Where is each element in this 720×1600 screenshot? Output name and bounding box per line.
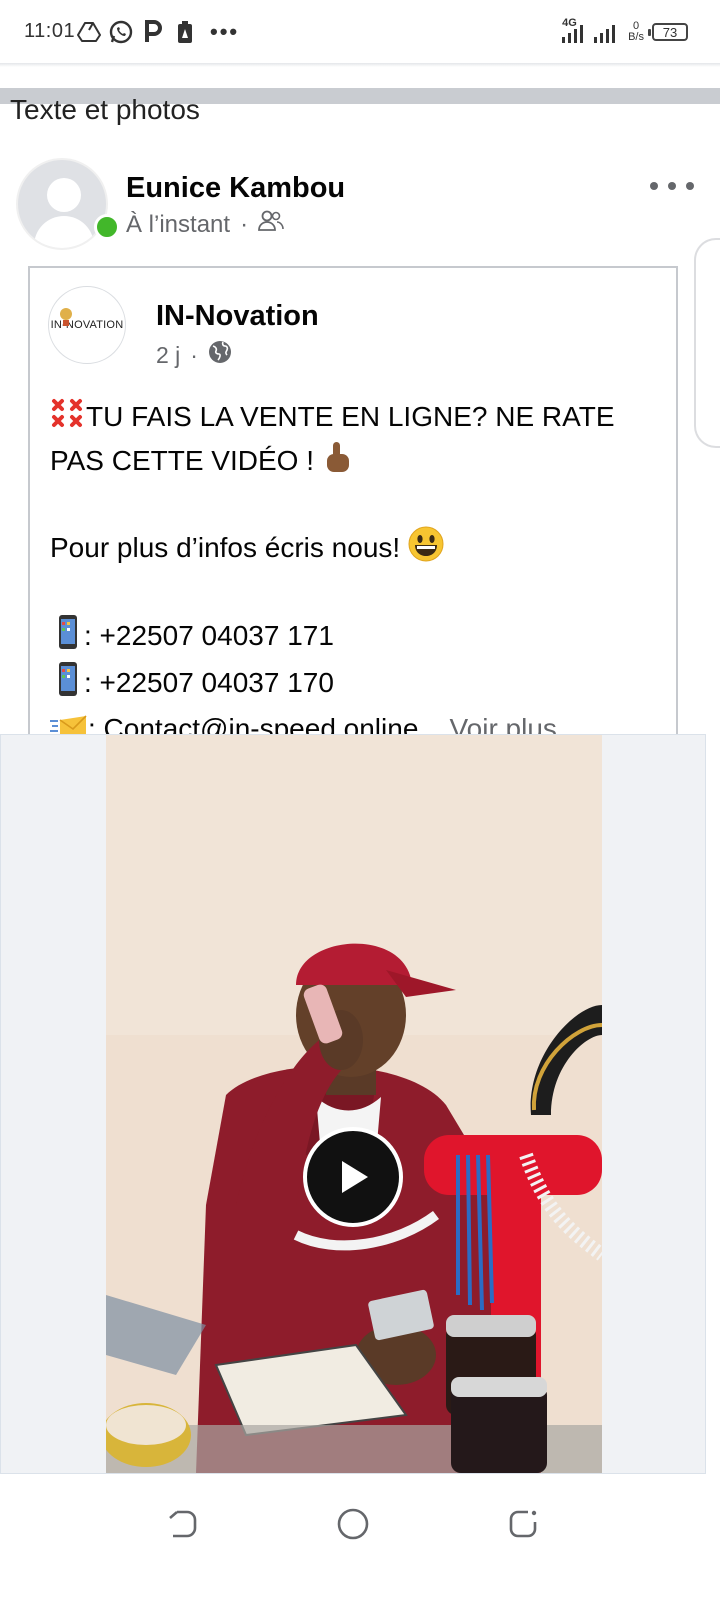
post-text: TU FAIS LA VENTE EN LIGNE? NE RATE PAS C… [50, 396, 670, 736]
globe-icon [208, 340, 232, 370]
mobile-phone-emoji-icon [50, 661, 84, 708]
meta-separator: · [190, 341, 198, 368]
lightbulb-logo-icon [60, 308, 72, 326]
anger-emoji-icon [50, 397, 86, 440]
text-line: TU FAIS LA VENTE EN LIGNE? NE RATE [50, 396, 670, 440]
data-rate-unit: B/s [628, 31, 644, 43]
smiley-emoji-icon [408, 526, 444, 573]
section-title: Texte et photos [10, 94, 200, 125]
notification-icons: ••• [76, 16, 239, 48]
pointing-hand-emoji-icon [322, 440, 352, 485]
header-divider [0, 63, 720, 67]
incoming-envelope-emoji-icon [50, 710, 88, 736]
text-line: : Contact@in-speed.online... Voir plus [50, 708, 670, 736]
shared-timestamp[interactable]: 2 j [156, 342, 180, 369]
phone-number-1[interactable]: : +22507 04037 171 [84, 620, 334, 651]
battery-saver-icon [172, 18, 198, 46]
data-rate: 0 B/s [628, 21, 644, 43]
play-button[interactable] [303, 1127, 403, 1227]
text-line: : +22507 04037 171 [50, 614, 670, 661]
more-icon-dot [650, 182, 658, 190]
play-icon [342, 1161, 368, 1193]
more-icon-dot [686, 182, 694, 190]
more-dots-icon: ••• [210, 19, 240, 44]
system-indicators: 4G 0 B/s 73 [562, 16, 688, 48]
phone-number-2[interactable]: : +22507 04037 170 [84, 667, 334, 698]
author-avatar[interactable] [16, 158, 120, 250]
status-bar: 11:01 ••• 4G 0 B/s 73 [0, 0, 720, 64]
recents-icon[interactable] [504, 1504, 544, 1544]
post-meta: À l’instant · [126, 210, 284, 239]
contact-email[interactable]: : Contact@in-speed.online [88, 713, 418, 736]
mobile-phone-emoji-icon [50, 614, 84, 661]
back-icon[interactable] [162, 1504, 202, 1544]
parking-icon [140, 18, 166, 46]
see-more-link[interactable]: Voir plus [442, 713, 557, 736]
video-container[interactable] [0, 734, 706, 1474]
page-name[interactable]: IN-Novation [156, 300, 319, 333]
meta-separator: · [240, 210, 249, 238]
drive-icon [76, 18, 102, 46]
shared-post-meta: 2 j · [156, 340, 232, 370]
ellipsis: ... [418, 713, 442, 736]
side-panel-handle[interactable] [694, 238, 720, 448]
system-navigation-bar [0, 1474, 720, 1600]
more-icon-dot [668, 182, 676, 190]
signal-icon: 4G [562, 17, 620, 45]
page-logo[interactable]: IN-NOVATION [48, 286, 126, 364]
home-icon[interactable] [333, 1504, 373, 1544]
author-name[interactable]: Eunice Kambou [126, 172, 345, 205]
post-options-button[interactable] [650, 172, 694, 200]
video-still-image [106, 735, 602, 1473]
status-time: 11:01 [24, 20, 76, 42]
post-timestamp[interactable]: À l’instant [126, 211, 230, 239]
text-line-1: TU FAIS LA VENTE EN LIGNE? NE RATE [86, 401, 615, 432]
whatsapp-icon [108, 18, 134, 46]
battery-level: 73 [662, 24, 678, 40]
network-type-label: 4G [562, 17, 577, 29]
text-line: : +22507 04037 170 [50, 661, 670, 708]
text-line: PAS CETTE VIDÉO ! [50, 440, 670, 485]
battery-icon: 73 [648, 23, 688, 41]
text-line-3: Pour plus d’infos écris nous! [50, 532, 401, 564]
text-line-2: PAS CETTE VIDÉO ! [50, 445, 314, 477]
avatar [16, 158, 108, 250]
online-status-dot [94, 214, 120, 240]
text-line: Pour plus d’infos écris nous! [50, 526, 670, 573]
friends-icon[interactable] [258, 210, 284, 239]
shared-post-card[interactable]: IN-NOVATION IN-Novation 2 j · TU FAIS LA… [28, 266, 678, 736]
video-thumbnail[interactable] [106, 735, 602, 1473]
